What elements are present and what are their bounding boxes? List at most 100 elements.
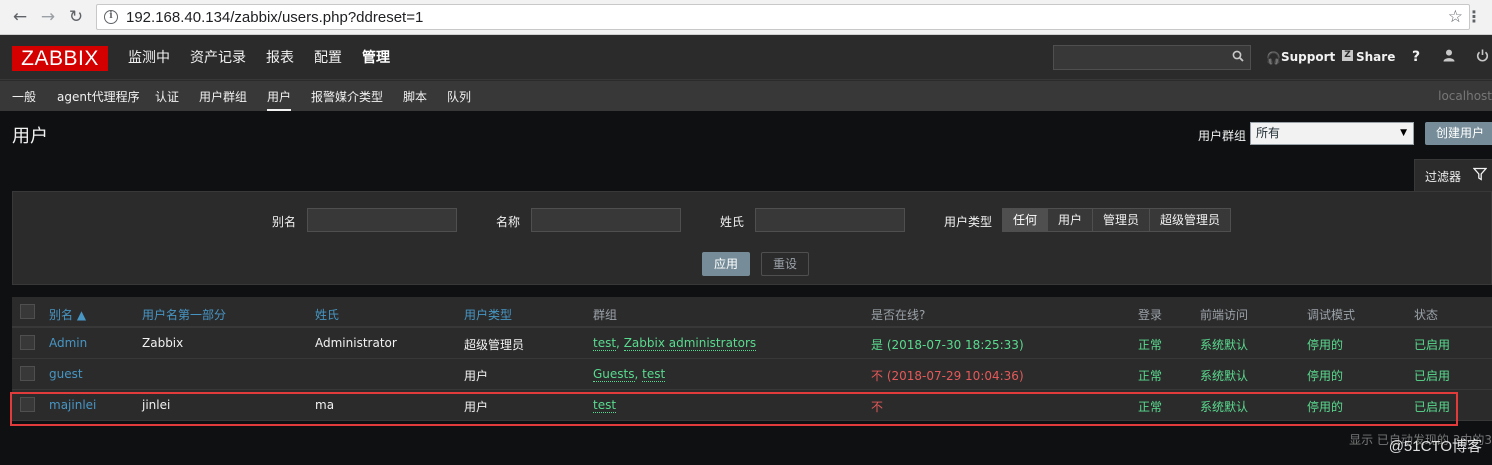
user-name: Zabbix [142, 336, 184, 350]
online-status: 不 (2018-07-29 10:04:36) [871, 369, 1024, 383]
user-status[interactable]: 已启用 [1414, 336, 1450, 353]
user-type: 用户 [464, 369, 489, 383]
search-icon[interactable] [1232, 50, 1244, 62]
reload-icon[interactable]: ↻ [66, 7, 86, 27]
user-status[interactable]: 已启用 [1414, 398, 1450, 415]
group-link[interactable]: test [642, 367, 666, 382]
user-type: 超级管理员 [464, 338, 525, 352]
group-separator: , [616, 336, 624, 350]
back-icon[interactable]: ← [10, 7, 30, 27]
table-row: Admin Zabbix Administrator 超级管理员 test, Z… [12, 328, 1492, 359]
browser-menu-icon[interactable]: ⋮ [1466, 7, 1482, 26]
menu-administration[interactable]: 管理 [352, 36, 400, 80]
user-type-label: 用户类型 [944, 215, 993, 229]
submenu-general[interactable]: 一般 [12, 88, 36, 105]
user-surname: ma [315, 398, 335, 412]
user-group-label: 用户群组 [1198, 129, 1247, 143]
surname-input[interactable] [755, 208, 905, 232]
url-text[interactable]: 192.168.40.134/zabbix/users.php?ddreset=… [126, 9, 423, 26]
zabbix-logo[interactable]: ZABBIX [12, 46, 108, 71]
row-checkbox[interactable] [20, 335, 35, 350]
name-input[interactable] [531, 208, 681, 232]
main-menu: 监测中 资产记录 报表 配置 管理 [118, 36, 400, 80]
address-bar[interactable]: i 192.168.40.134/zabbix/users.php?ddrese… [96, 4, 1470, 30]
user-type-selector: 任何 用户 管理员 超级管理员 [1002, 208, 1232, 232]
submenu-scripts[interactable]: 脚本 [403, 88, 427, 105]
support-link[interactable]: Support [1281, 50, 1335, 64]
online-status: 不 [871, 400, 884, 414]
user-alias-link[interactable]: Admin [49, 336, 87, 350]
col-surname[interactable]: 姓氏 [315, 306, 339, 323]
login-status: 正常 [1138, 369, 1163, 383]
group-link[interactable]: Zabbix administrators [623, 336, 757, 351]
menu-inventory[interactable]: 资产记录 [180, 36, 256, 80]
share-link[interactable]: Share [1356, 50, 1395, 64]
debug-mode[interactable]: 停用的 [1307, 336, 1343, 353]
table-row: guest 用户 Guests, test 不 (2018-07-29 10:0… [12, 359, 1492, 390]
user-groups: Guests, test [593, 367, 666, 382]
submenu-proxies[interactable]: agent代理程序 [57, 88, 140, 105]
filter-panel: 别名 名称 姓氏 用户类型 任何 用户 管理员 超级管理员 应用 重设 [12, 191, 1492, 285]
col-frontend-access: 前端访问 [1200, 308, 1249, 322]
page-title: 用户 [12, 126, 48, 147]
col-online: 是否在线? [871, 308, 926, 322]
row-checkbox[interactable] [20, 397, 35, 412]
logout-icon[interactable] [1476, 49, 1489, 66]
submenu-media-types[interactable]: 报警媒介类型 [311, 88, 383, 105]
menu-monitoring[interactable]: 监测中 [118, 36, 180, 80]
name-label: 名称 [496, 215, 521, 229]
search-input[interactable] [1053, 45, 1251, 70]
group-link[interactable]: test [593, 336, 617, 351]
online-status: 是 (2018-07-30 18:25:33) [871, 338, 1024, 352]
user-alias-link[interactable]: guest [49, 367, 83, 381]
user-type-super-admin[interactable]: 超级管理员 [1149, 209, 1231, 231]
user-groups: test, Zabbix administrators [593, 336, 757, 351]
users-table: 别名 ▲ 用户名第一部分 姓氏 用户类型 群组 是否在线? 登录 前端访问 调试… [12, 297, 1492, 421]
filter-icon [1473, 167, 1487, 181]
user-type-any[interactable]: 任何 [1003, 209, 1048, 231]
info-icon[interactable]: i [104, 10, 118, 24]
user-group-select[interactable]: 所有 ▼ [1250, 122, 1414, 145]
col-login: 登录 [1138, 308, 1163, 322]
submenu-authentication[interactable]: 认证 [155, 88, 179, 105]
alias-label: 别名 [272, 215, 297, 229]
main-content: 用户 用户群组 所有 ▼ 创建用户 过滤器 别名 名称 姓氏 用户类型 任何 用… [0, 111, 1492, 465]
submenu-users[interactable]: 用户 [267, 88, 292, 111]
alias-input[interactable] [307, 208, 457, 232]
help-icon[interactable]: ? [1412, 49, 1420, 65]
debug-mode[interactable]: 停用的 [1307, 398, 1343, 415]
menu-configuration[interactable]: 配置 [304, 36, 352, 80]
col-alias[interactable]: 别名 ▲ [49, 306, 86, 323]
user-profile-icon[interactable] [1443, 49, 1455, 66]
user-surname: Administrator [315, 336, 397, 350]
user-status[interactable]: 已启用 [1414, 367, 1450, 384]
watermark: @51CTO博客 [1388, 438, 1482, 455]
bookmark-star-icon[interactable]: ☆ [1448, 7, 1463, 27]
user-type-admin[interactable]: 管理员 [1092, 209, 1150, 231]
filter-tab-label: 过滤器 [1425, 170, 1462, 184]
apply-button[interactable]: 应用 [702, 252, 750, 276]
col-name[interactable]: 用户名第一部分 [142, 306, 226, 323]
select-all-checkbox[interactable] [20, 304, 35, 319]
menu-reports[interactable]: 报表 [256, 36, 304, 80]
group-link[interactable]: Guests [593, 367, 635, 382]
submenu-queue[interactable]: 队列 [447, 88, 471, 105]
filter-tab[interactable]: 过滤器 [1414, 159, 1492, 191]
col-debug-mode: 调试模式 [1307, 308, 1356, 322]
forward-icon[interactable]: → [38, 7, 58, 27]
server-name: localhost [1438, 89, 1492, 103]
frontend-access: 系统默认 [1200, 400, 1249, 414]
user-alias-link[interactable]: majinlei [49, 398, 96, 412]
reset-button[interactable]: 重设 [761, 252, 809, 276]
row-checkbox[interactable] [20, 366, 35, 381]
share-icon: Z [1342, 50, 1353, 61]
debug-mode[interactable]: 停用的 [1307, 367, 1343, 384]
table-header: 别名 ▲ 用户名第一部分 姓氏 用户类型 群组 是否在线? 登录 前端访问 调试… [12, 297, 1492, 328]
create-user-button[interactable]: 创建用户 [1425, 122, 1492, 145]
frontend-access: 系统默认 [1200, 369, 1249, 383]
submenu-user-groups[interactable]: 用户群组 [199, 88, 247, 105]
group-link[interactable]: test [593, 398, 617, 413]
user-type-user[interactable]: 用户 [1047, 209, 1093, 231]
col-status: 状态 [1414, 308, 1439, 322]
col-user-type[interactable]: 用户类型 [464, 306, 512, 323]
